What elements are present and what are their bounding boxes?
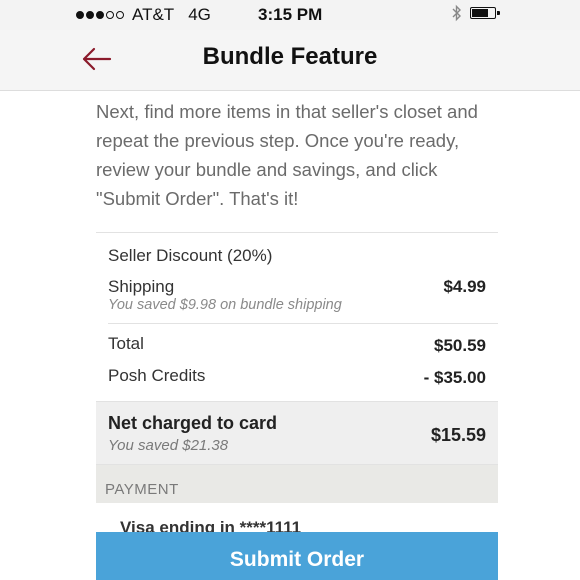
seller-discount-row: Seller Discount (20%) [96,233,498,271]
bluetooth-icon [452,4,461,22]
signal-strength-icon [76,11,124,19]
net-charged-amount: $15.59 [430,425,486,445]
posh-credits-amount: - $35.00 [423,368,486,387]
total-label: Total [108,334,144,353]
total-row: Total $50.59 [96,324,498,356]
posh-credits-label: Posh Credits [108,366,206,385]
shipping-label: Shipping [108,277,175,296]
intro-text: Next, find more items in that seller's c… [96,101,478,209]
signal-dot [106,11,114,19]
battery-fill [472,9,488,17]
status-time: 3:15 PM [258,5,323,24]
signal-dot [76,11,84,19]
seller-discount-label: Seller Discount (20%) [108,246,273,265]
shipping-row: Shipping You saved $9.98 on bundle shipp… [96,271,498,323]
shipping-note: You saved $9.98 on bundle shipping [108,297,342,313]
status-right [452,4,500,22]
net-savings-note: You saved $21.38 [108,437,229,454]
shipping-amount: $4.99 [443,277,486,296]
order-summary: Seller Discount (20%) Shipping You saved… [96,232,498,401]
posh-credits-row: Posh Credits - $35.00 [96,356,498,401]
net-charged-row: Net charged to card You saved $21.38 $15… [96,401,498,465]
battery-icon [470,7,500,19]
battery-nub [497,11,500,15]
carrier-name: AT&T [132,5,175,24]
status-left: AT&T 4G [76,5,211,25]
page-title: Bundle Feature [202,43,378,70]
signal-dot [86,11,94,19]
status-bar: AT&T 4G 3:15 PM [0,0,580,30]
submit-order-button[interactable]: Submit Order [96,532,498,580]
net-charged-label: Net charged to card [108,413,278,433]
navigation-bar: Bundle Feature [0,30,580,91]
payment-section-header: PAYMENT [96,465,498,503]
total-amount: $50.59 [434,336,486,355]
signal-dot [116,11,124,19]
network-type: 4G [188,5,211,24]
signal-dot [96,11,104,19]
